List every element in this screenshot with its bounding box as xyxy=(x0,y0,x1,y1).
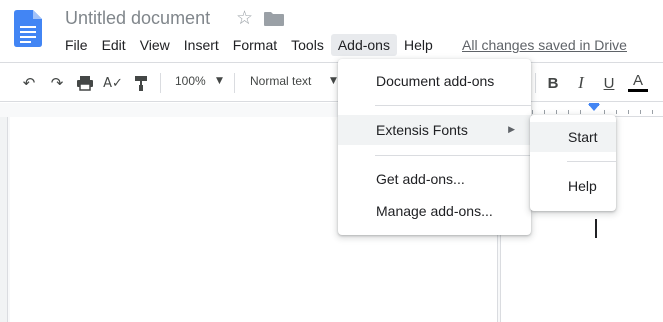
text-cursor xyxy=(595,219,597,238)
underline-icon[interactable]: U xyxy=(599,71,619,95)
style-select[interactable]: Normal text xyxy=(250,74,311,88)
folder-icon[interactable] xyxy=(264,12,284,26)
ruler-tick xyxy=(556,110,557,114)
redo-icon[interactable]: ↷ xyxy=(46,71,68,95)
save-status-link[interactable]: All changes saved in Drive xyxy=(462,37,627,53)
menu-divider xyxy=(375,155,531,156)
vertical-ruler xyxy=(0,117,8,322)
menu-tools[interactable]: Tools xyxy=(284,34,331,56)
toolbar-divider xyxy=(160,73,161,93)
submenu-item-start[interactable]: Start xyxy=(530,122,616,152)
ruler-tick xyxy=(652,110,653,114)
menu-addons[interactable]: Add-ons xyxy=(330,34,397,56)
docs-icon[interactable] xyxy=(14,10,42,47)
menu-view[interactable]: View xyxy=(133,34,177,56)
ruler-tick xyxy=(544,110,545,114)
extensis-fonts-submenu: Start Help xyxy=(530,115,616,211)
italic-icon[interactable]: I xyxy=(571,71,591,95)
menu-bar: File Edit View Insert Format Tools Add-o… xyxy=(58,33,440,57)
menu-item-document-addons[interactable]: Document add-ons xyxy=(338,66,531,96)
undo-icon[interactable]: ↶ xyxy=(18,71,40,95)
chevron-down-icon[interactable]: ▼ xyxy=(216,76,223,86)
menu-format[interactable]: Format xyxy=(226,34,284,56)
ruler-tick xyxy=(604,110,605,114)
menu-item-manage-addons[interactable]: Manage add-ons... xyxy=(338,196,531,226)
menu-item-extensis-fonts[interactable]: Extensis Fonts ▶ xyxy=(338,115,531,145)
menu-edit[interactable]: Edit xyxy=(95,34,133,56)
menu-item-label: Extensis Fonts xyxy=(376,122,468,138)
chevron-down-icon[interactable]: ▼ xyxy=(330,76,337,86)
indent-marker[interactable] xyxy=(588,104,600,111)
submenu-item-help[interactable]: Help xyxy=(530,171,616,201)
ruler-tick xyxy=(568,110,569,114)
menu-divider xyxy=(375,105,531,106)
bold-icon[interactable]: B xyxy=(543,71,563,95)
text-color-icon[interactable]: A xyxy=(627,71,649,95)
menu-insert[interactable]: Insert xyxy=(177,34,226,56)
ruler-tick xyxy=(628,110,629,114)
ruler-tick xyxy=(580,110,581,114)
spellcheck-icon[interactable]: A✓ xyxy=(102,71,124,95)
document-title[interactable]: Untitled document xyxy=(65,8,210,29)
print-icon[interactable] xyxy=(75,71,95,95)
ruler-tick xyxy=(532,110,533,114)
ruler-tick xyxy=(640,110,641,114)
docs-app: Untitled document ☆ File Edit View Inser… xyxy=(0,0,663,322)
toolbar-divider xyxy=(234,73,235,93)
star-icon[interactable]: ☆ xyxy=(236,7,253,29)
ruler-tick xyxy=(616,110,617,114)
menu-file[interactable]: File xyxy=(58,34,95,56)
menu-item-get-addons[interactable]: Get add-ons... xyxy=(338,164,531,194)
paint-format-icon[interactable] xyxy=(131,71,151,95)
submenu-arrow-icon: ▶ xyxy=(508,125,515,135)
menu-help[interactable]: Help xyxy=(397,34,440,56)
addons-menu: Document add-ons Extensis Fonts ▶ Get ad… xyxy=(338,59,531,235)
menu-divider xyxy=(567,161,616,162)
zoom-select[interactable]: 100% xyxy=(175,74,206,88)
toolbar: ↶ ↷ A✓ 100% ▼ Normal text ▼ B I U A xyxy=(0,62,663,102)
toolbar-divider xyxy=(535,73,536,93)
